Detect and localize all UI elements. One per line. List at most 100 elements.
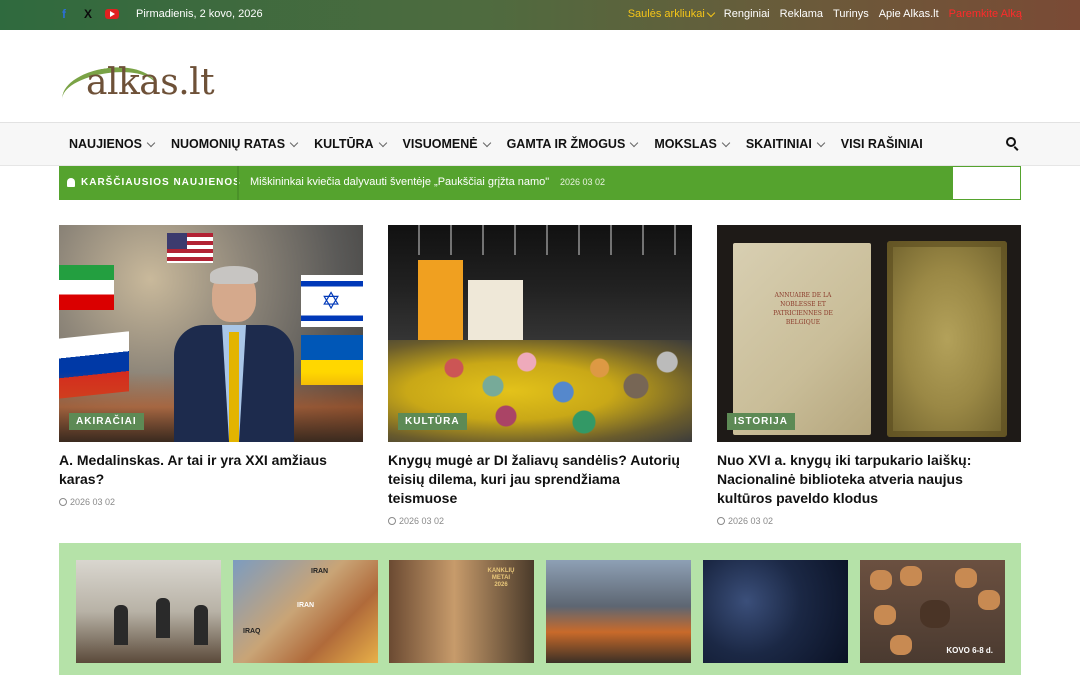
top-link-paremkite[interactable]: Paremkite Alką <box>949 8 1022 20</box>
chevron-down-icon <box>630 138 639 147</box>
breaking-news-ticker: KARŠČIAUSIOS NAUJIENOS Miškininkai kvieč… <box>59 166 1021 200</box>
gingerbread <box>920 600 950 628</box>
top-link-apie[interactable]: Apie Alkas.lt <box>879 8 939 20</box>
article-date-text: 2026 03 02 <box>728 516 774 526</box>
article-date: 2026 03 02 <box>388 516 692 526</box>
facebook-icon[interactable]: f <box>57 7 71 21</box>
thumbnail-4[interactable] <box>546 560 691 663</box>
article-date: 2026 03 02 <box>717 516 1021 526</box>
gingerbread <box>978 590 1000 610</box>
nav-item-nuomoniu-ratas[interactable]: NUOMONIŲ RATAS <box>170 137 299 151</box>
us-flag <box>167 233 213 263</box>
ticker-controls[interactable] <box>953 167 1020 199</box>
clock-icon <box>388 517 396 525</box>
thumbnail-3[interactable]: KANKLIŲ METAI 2026 <box>389 560 534 663</box>
clock-icon <box>717 517 725 525</box>
featured-article-3[interactable]: ANNUAIRE DE LA NOBLESSE ET PATRICIENNES … <box>717 225 1021 526</box>
figure <box>156 598 170 638</box>
book-title: ANNUAIRE DE LA NOBLESSE ET PATRICIENNES … <box>773 292 833 326</box>
nav-label: SKAITINIAI <box>745 137 812 151</box>
kankliu-metai-caption: KANKLIŲ METAI 2026 <box>487 568 515 588</box>
chevron-down-icon <box>816 138 826 147</box>
article-image[interactable]: KULTŪRA <box>388 225 692 442</box>
event-caption: KOVO 6-8 d. <box>946 646 993 655</box>
chevron-down-icon <box>378 138 387 147</box>
article-title[interactable]: Knygų mugė ar DI žaliavų sandėlis? Autor… <box>388 451 692 508</box>
thumbnail-strip: IRAN IRAN IRAQ KANKLIŲ METAI 2026 KOVO 6… <box>59 543 1021 675</box>
nav-label: MOKSLAS <box>654 137 717 151</box>
thumbnail-1[interactable] <box>76 560 221 663</box>
gingerbread <box>900 566 922 586</box>
top-bar: f X Pirmadienis, 2 kovo, 2026 Saulės ark… <box>0 0 1080 30</box>
gingerbread <box>955 568 977 588</box>
israel-flag <box>301 275 363 327</box>
gingerbread <box>870 570 892 590</box>
article-image[interactable]: ANNUAIRE DE LA NOBLESSE ET PATRICIENNES … <box>717 225 1021 442</box>
portrait-figure <box>174 266 294 442</box>
category-tag[interactable]: KULTŪRA <box>398 413 467 430</box>
top-link-renginiai[interactable]: Renginiai <box>724 8 770 20</box>
nav-label: NUOMONIŲ RATAS <box>170 137 286 151</box>
nav-item-naujienos[interactable]: NAUJIENOS <box>69 137 156 151</box>
ornate-book-cover <box>887 241 1007 437</box>
ticker-date: 2026 03 02 <box>560 177 606 187</box>
article-title[interactable]: Nuo XVI a. knygų iki tarpukario laiškų: … <box>717 451 1021 508</box>
figure <box>194 605 208 645</box>
nav-label: VISI RAŠINIAI <box>840 137 923 151</box>
category-tag[interactable]: AKIRAČIAI <box>69 413 144 430</box>
chevron-down-icon <box>706 8 716 17</box>
chevron-down-icon <box>289 138 299 147</box>
ceiling-lights <box>388 225 692 255</box>
main-nav: NAUJIENOS NUOMONIŲ RATAS KULTŪRA VISUOME… <box>0 123 1080 166</box>
nav-item-gamta-ir-zmogus[interactable]: GAMTA IR ŽMOGUS <box>506 137 639 151</box>
thumbnail-2[interactable]: IRAN IRAN IRAQ <box>233 560 378 663</box>
map-label: IRAN <box>311 568 329 575</box>
article-date-text: 2026 03 02 <box>399 516 445 526</box>
category-tag[interactable]: ISTORIJA <box>727 413 795 430</box>
gingerbread <box>890 635 912 655</box>
map-label: IRAN <box>297 602 315 609</box>
bell-icon <box>67 178 75 187</box>
article-date: 2026 03 02 <box>59 497 363 507</box>
nav-label: VISUOMENĖ <box>402 137 478 151</box>
chevron-down-icon <box>721 138 731 147</box>
nav-label: KULTŪRA <box>314 137 374 151</box>
article-date-text: 2026 03 02 <box>70 497 116 507</box>
gingerbread <box>874 605 896 625</box>
featured-article-1[interactable]: AKIRAČIAI A. Medalinskas. Ar tai ir yra … <box>59 225 363 507</box>
nav-item-skaitiniai[interactable]: SKAITINIAI <box>745 137 826 151</box>
top-link-turinys[interactable]: Turinys <box>833 8 869 20</box>
ticker-headline[interactable]: Miškininkai kviečia dalyvauti šventėje „… <box>250 176 549 188</box>
article-image[interactable]: AKIRAČIAI <box>59 225 363 442</box>
top-link-label: Saulės arkliukai <box>627 8 705 20</box>
top-link-reklama[interactable]: Reklama <box>780 8 823 20</box>
youtube-icon[interactable] <box>105 7 119 21</box>
old-book-cover: ANNUAIRE DE LA NOBLESSE ET PATRICIENNES … <box>733 243 871 435</box>
nav-item-mokslas[interactable]: MOKSLAS <box>654 137 731 151</box>
current-date: Pirmadienis, 2 kovo, 2026 <box>136 8 263 20</box>
nav-item-visi-rasiniai[interactable]: VISI RAŠINIAI <box>841 137 923 151</box>
ticker-label-text: KARŠČIAUSIOS NAUJIENOS <box>81 177 241 188</box>
nav-label: NAUJIENOS <box>69 137 142 151</box>
iran-flag <box>59 265 114 310</box>
chevron-down-icon <box>146 138 156 147</box>
chevron-down-icon <box>482 138 491 147</box>
social-links: f X <box>57 7 119 21</box>
top-nav: Saulės arkliukai Renginiai Reklama Turin… <box>628 8 1022 20</box>
crowd <box>428 320 688 440</box>
nav-item-visuomene[interactable]: VISUOMENĖ <box>402 137 491 151</box>
nav-item-kultura[interactable]: KULTŪRA <box>314 137 387 151</box>
clock-icon <box>59 498 67 506</box>
ticker-separator <box>237 166 239 200</box>
site-logo[interactable]: alkas.lt <box>58 48 230 125</box>
nav-label: GAMTA IR ŽMOGUS <box>506 137 626 151</box>
figure <box>114 605 128 645</box>
x-icon[interactable]: X <box>81 7 95 21</box>
map-label: IRAQ <box>243 628 261 635</box>
thumbnail-5[interactable] <box>703 560 848 663</box>
article-title[interactable]: A. Medalinskas. Ar tai ir yra XXI amžiau… <box>59 451 363 489</box>
thumbnail-6[interactable]: KOVO 6-8 d. <box>860 560 1005 663</box>
search-icon[interactable] <box>1006 137 1020 151</box>
top-link-saules-arkliukai[interactable]: Saulės arkliukai <box>627 8 716 20</box>
featured-article-2[interactable]: KULTŪRA Knygų mugė ar DI žaliavų sandėli… <box>388 225 692 526</box>
